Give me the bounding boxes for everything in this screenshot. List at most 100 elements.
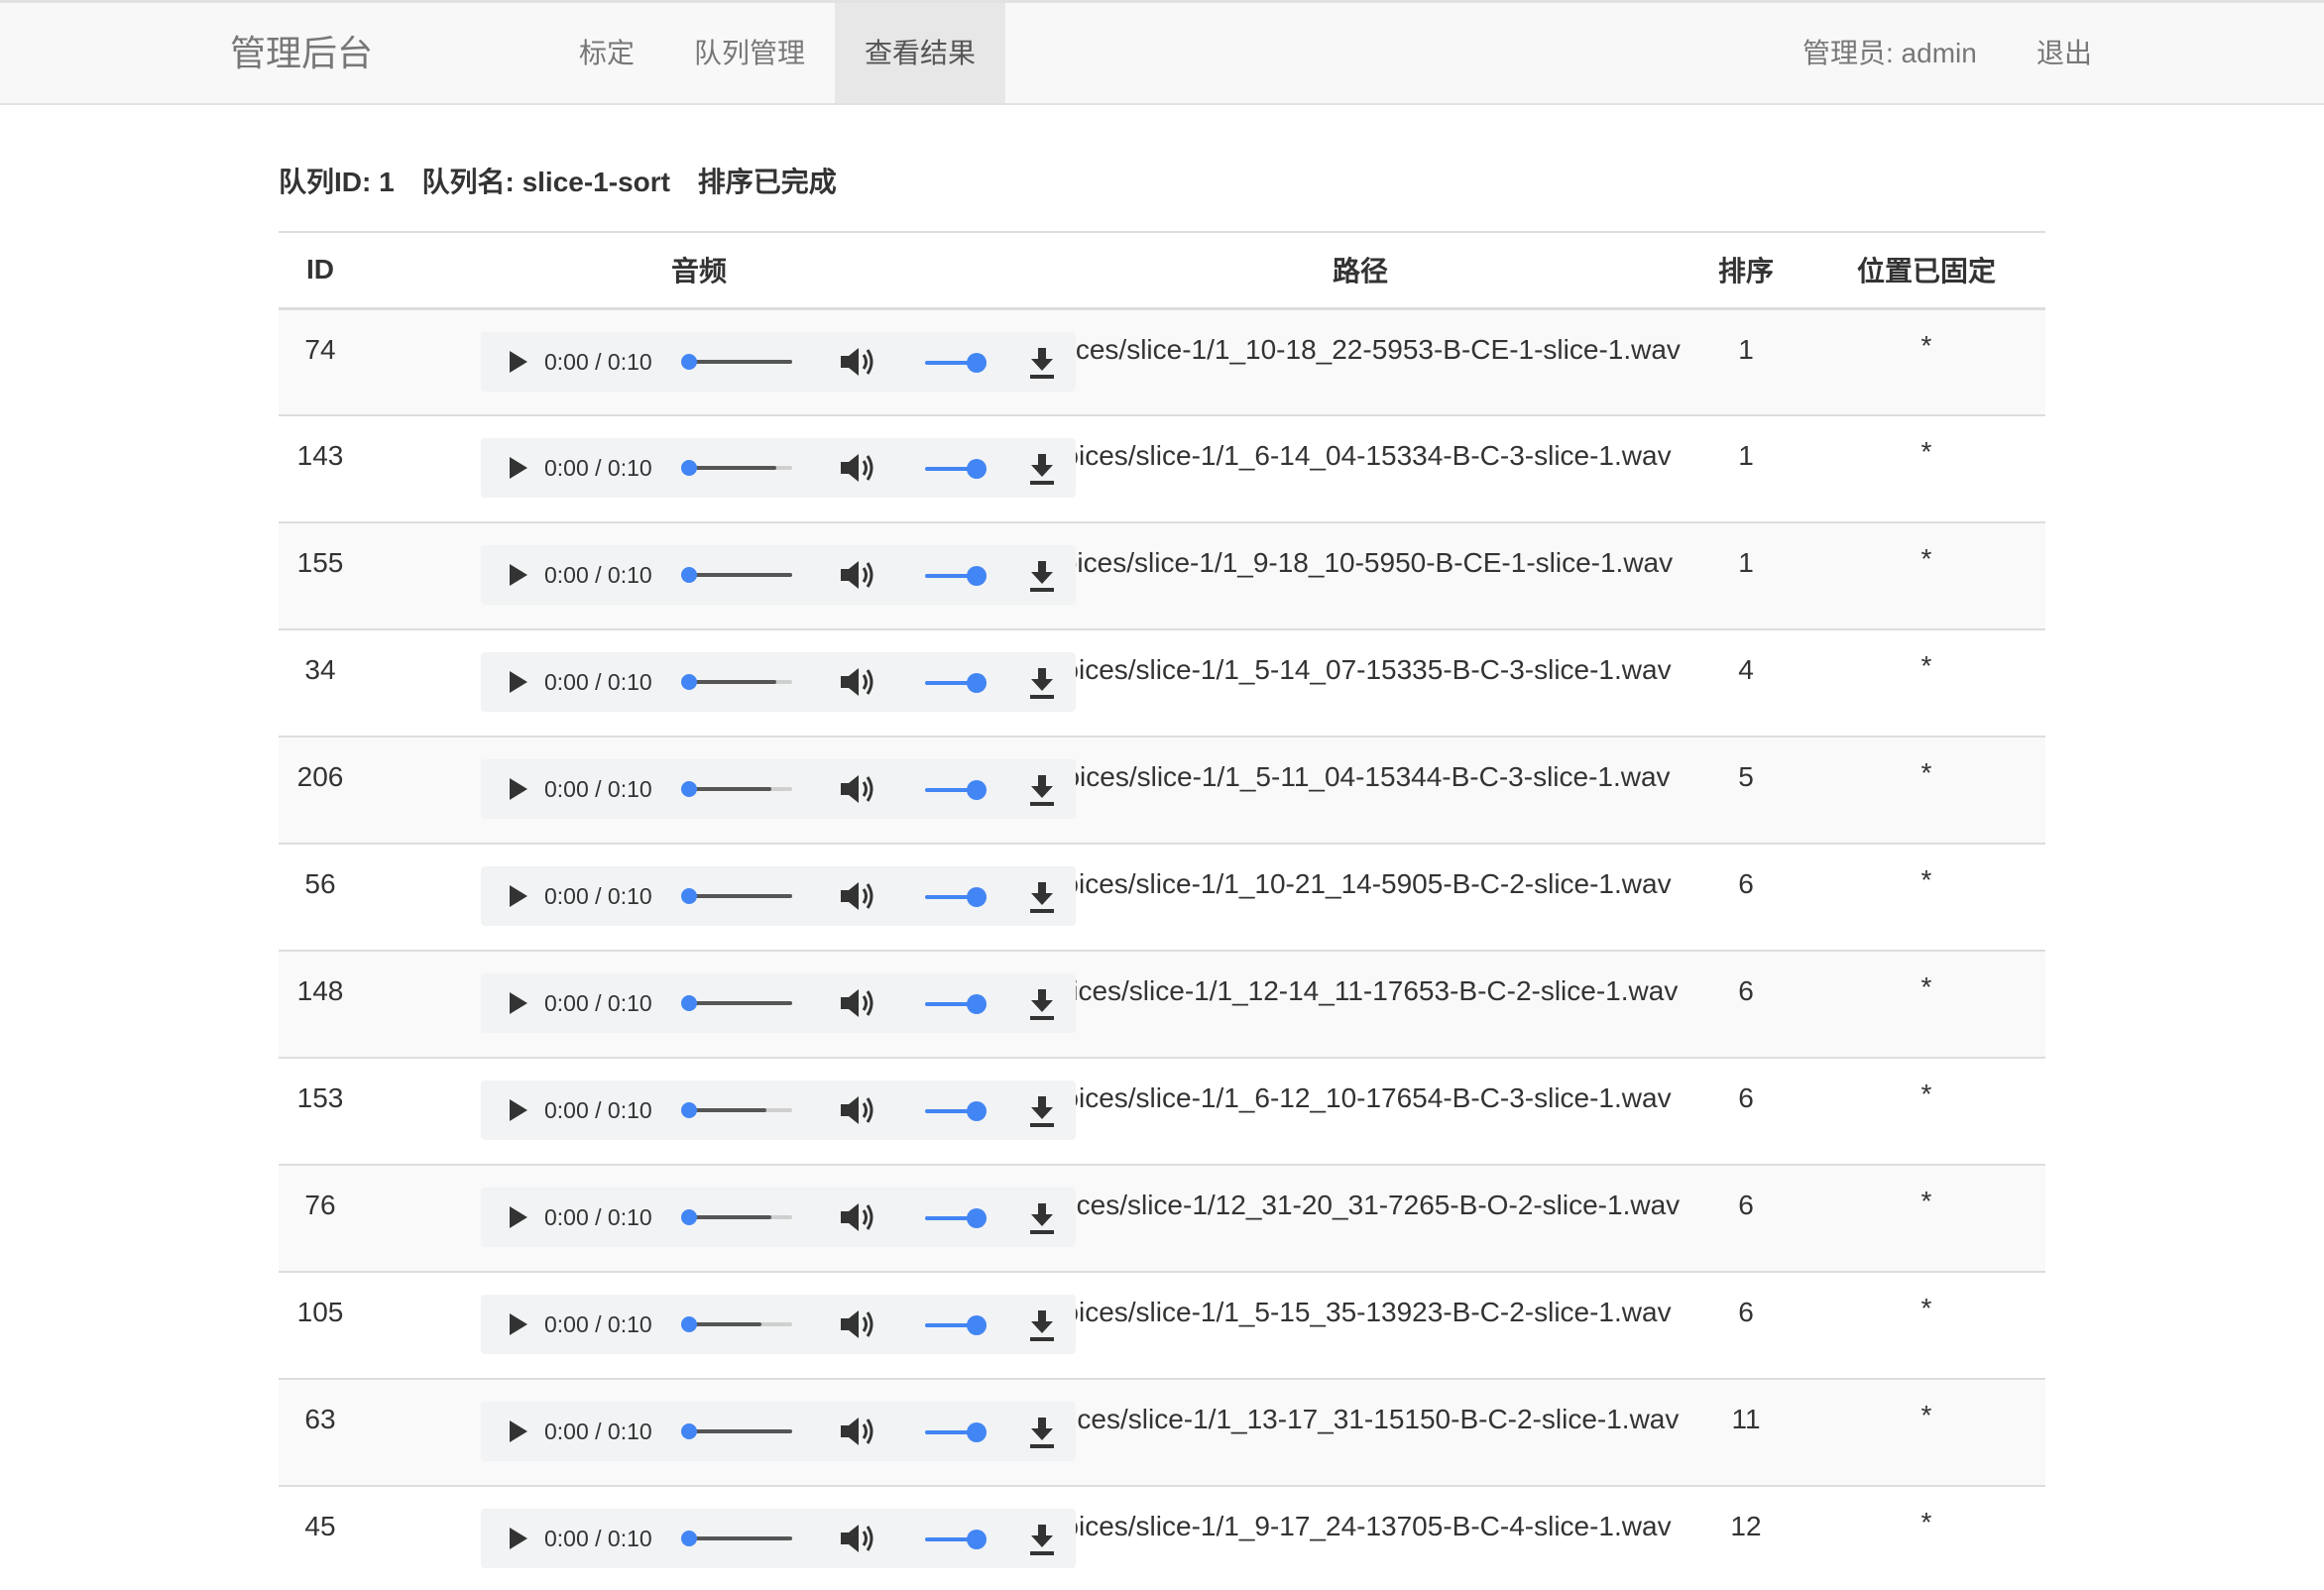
seek-slider[interactable]: [681, 1102, 792, 1118]
seek-thumb[interactable]: [681, 1423, 697, 1439]
volume-icon[interactable]: [838, 557, 877, 593]
download-icon[interactable]: [1028, 452, 1056, 486]
play-icon[interactable]: [501, 987, 532, 1019]
audio-player[interactable]: 0:00 / 0:10: [481, 973, 1076, 1033]
audio-player[interactable]: 0:00 / 0:10: [481, 866, 1076, 926]
volume-slider[interactable]: [923, 1530, 988, 1549]
volume-slider[interactable]: [923, 994, 988, 1014]
play-icon[interactable]: [501, 1201, 532, 1233]
volume-thumb[interactable]: [967, 673, 987, 693]
audio-player[interactable]: 0:00 / 0:10: [481, 545, 1076, 605]
seek-thumb[interactable]: [681, 995, 697, 1011]
nav-item-queue-management[interactable]: 队列管理: [678, 3, 821, 103]
seek-slider[interactable]: [681, 1423, 792, 1439]
seek-slider[interactable]: [681, 1209, 792, 1225]
volume-slider[interactable]: [923, 566, 988, 586]
download-icon[interactable]: [1028, 559, 1056, 593]
seek-thumb[interactable]: [681, 888, 697, 904]
audio-player[interactable]: 0:00 / 0:10: [481, 759, 1076, 819]
volume-icon[interactable]: [838, 878, 877, 914]
play-icon[interactable]: [501, 1094, 532, 1126]
seek-slider[interactable]: [681, 674, 792, 690]
volume-slider[interactable]: [923, 1315, 988, 1335]
seek-thumb[interactable]: [681, 1316, 697, 1332]
volume-thumb[interactable]: [967, 352, 987, 373]
volume-slider[interactable]: [923, 780, 988, 800]
volume-slider[interactable]: [923, 673, 988, 693]
play-icon[interactable]: [501, 666, 532, 698]
seek-thumb[interactable]: [681, 674, 697, 690]
seek-thumb[interactable]: [681, 1102, 697, 1118]
seek-thumb[interactable]: [681, 460, 697, 476]
seek-slider[interactable]: [681, 781, 792, 797]
volume-icon[interactable]: [838, 1414, 877, 1449]
volume-thumb[interactable]: [967, 1101, 987, 1121]
download-icon[interactable]: [1028, 880, 1056, 914]
seek-thumb[interactable]: [681, 567, 697, 583]
play-icon[interactable]: [501, 1523, 532, 1554]
download-icon[interactable]: [1028, 346, 1056, 380]
volume-icon[interactable]: [838, 771, 877, 807]
seek-thumb[interactable]: [681, 781, 697, 797]
seek-slider[interactable]: [681, 1316, 792, 1332]
seek-slider[interactable]: [681, 567, 792, 583]
audio-player[interactable]: 0:00 / 0:10: [481, 1402, 1076, 1461]
volume-thumb[interactable]: [967, 887, 987, 907]
volume-icon[interactable]: [838, 450, 877, 486]
volume-thumb[interactable]: [967, 1530, 987, 1549]
volume-slider[interactable]: [923, 887, 988, 907]
play-icon[interactable]: [501, 1308, 532, 1340]
seek-slider[interactable]: [681, 353, 792, 370]
audio-player[interactable]: 0:00 / 0:10: [481, 331, 1076, 392]
volume-thumb[interactable]: [967, 566, 987, 586]
volume-icon[interactable]: [838, 344, 877, 380]
brand-title[interactable]: 管理后台: [230, 3, 373, 103]
play-icon[interactable]: [501, 346, 532, 378]
download-icon[interactable]: [1028, 1416, 1056, 1449]
seek-thumb[interactable]: [681, 353, 697, 370]
audio-player[interactable]: 0:00 / 0:10: [481, 1080, 1076, 1140]
seek-slider[interactable]: [681, 1531, 792, 1546]
volume-icon[interactable]: [838, 1199, 877, 1235]
volume-slider[interactable]: [923, 1422, 988, 1442]
seek-slider[interactable]: [681, 460, 792, 476]
seek-slider[interactable]: [681, 995, 792, 1011]
volume-slider[interactable]: [923, 1101, 988, 1121]
volume-thumb[interactable]: [967, 780, 987, 800]
volume-slider[interactable]: [923, 1208, 988, 1228]
download-icon[interactable]: [1028, 666, 1056, 700]
audio-player[interactable]: 0:00 / 0:10: [481, 1295, 1076, 1354]
volume-slider[interactable]: [923, 352, 988, 373]
volume-icon[interactable]: [838, 1521, 877, 1556]
download-icon[interactable]: [1028, 1308, 1056, 1342]
seek-thumb[interactable]: [681, 1209, 697, 1225]
volume-thumb[interactable]: [967, 1208, 987, 1228]
seek-thumb[interactable]: [681, 1531, 697, 1546]
volume-icon[interactable]: [838, 664, 877, 700]
play-icon[interactable]: [501, 559, 532, 591]
play-icon[interactable]: [501, 880, 532, 912]
audio-player[interactable]: 0:00 / 0:10: [481, 1188, 1076, 1247]
download-icon[interactable]: [1028, 773, 1056, 807]
volume-thumb[interactable]: [967, 459, 987, 479]
volume-thumb[interactable]: [967, 1422, 987, 1442]
volume-thumb[interactable]: [967, 1315, 987, 1335]
volume-icon[interactable]: [838, 985, 877, 1021]
audio-player[interactable]: 0:00 / 0:10: [481, 1509, 1076, 1568]
volume-slider[interactable]: [923, 459, 988, 479]
play-icon[interactable]: [501, 773, 532, 805]
logout-link[interactable]: 退出: [2036, 3, 2092, 103]
seek-slider[interactable]: [681, 888, 792, 904]
play-icon[interactable]: [501, 1416, 532, 1447]
volume-icon[interactable]: [838, 1306, 877, 1342]
nav-item-view-results[interactable]: 查看结果: [835, 3, 1005, 103]
volume-icon[interactable]: [838, 1092, 877, 1128]
play-icon[interactable]: [501, 452, 532, 484]
audio-player[interactable]: 0:00 / 0:10: [481, 652, 1076, 712]
volume-thumb[interactable]: [967, 994, 987, 1014]
audio-player[interactable]: 0:00 / 0:10: [481, 438, 1076, 498]
download-icon[interactable]: [1028, 987, 1056, 1021]
download-icon[interactable]: [1028, 1201, 1056, 1235]
download-icon[interactable]: [1028, 1523, 1056, 1556]
nav-item-biaoding[interactable]: 标定: [565, 3, 648, 103]
